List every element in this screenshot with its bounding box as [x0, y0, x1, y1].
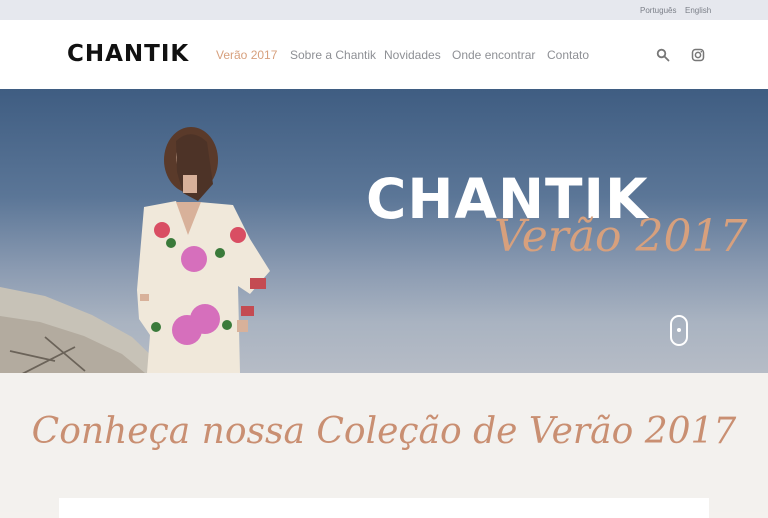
chantik-logo[interactable]: CHANTIK: [67, 41, 189, 67]
scroll-down-indicator[interactable]: [670, 315, 688, 346]
hero-banner: CHANTIK Verão 2017: [0, 89, 768, 373]
nav-contato[interactable]: Contato: [547, 48, 589, 62]
content-card: [59, 498, 709, 518]
instagram-icon[interactable]: [691, 48, 705, 62]
collection-section: Conheça nossa Coleção de Verão 2017: [0, 373, 768, 518]
hero-collection-script: Verão 2017: [494, 211, 748, 262]
search-icon[interactable]: [656, 48, 670, 62]
nav-onde-encontrar[interactable]: Onde encontrar: [452, 48, 535, 62]
nav-novidades[interactable]: Novidades: [384, 48, 441, 62]
top-language-bar: Português English: [0, 0, 768, 20]
collection-heading: Conheça nossa Coleção de Verão 2017: [31, 411, 737, 452]
main-header: CHANTIK Verão 2017 Sobre a Chantik Novid…: [0, 20, 768, 89]
language-english[interactable]: English: [685, 6, 711, 15]
nav-sobre-a-chantik[interactable]: Sobre a Chantik: [290, 48, 376, 62]
language-portuguese[interactable]: Português: [640, 6, 676, 15]
scroll-indicator-dot: [677, 328, 681, 332]
nav-verao-2017[interactable]: Verão 2017: [216, 48, 277, 62]
